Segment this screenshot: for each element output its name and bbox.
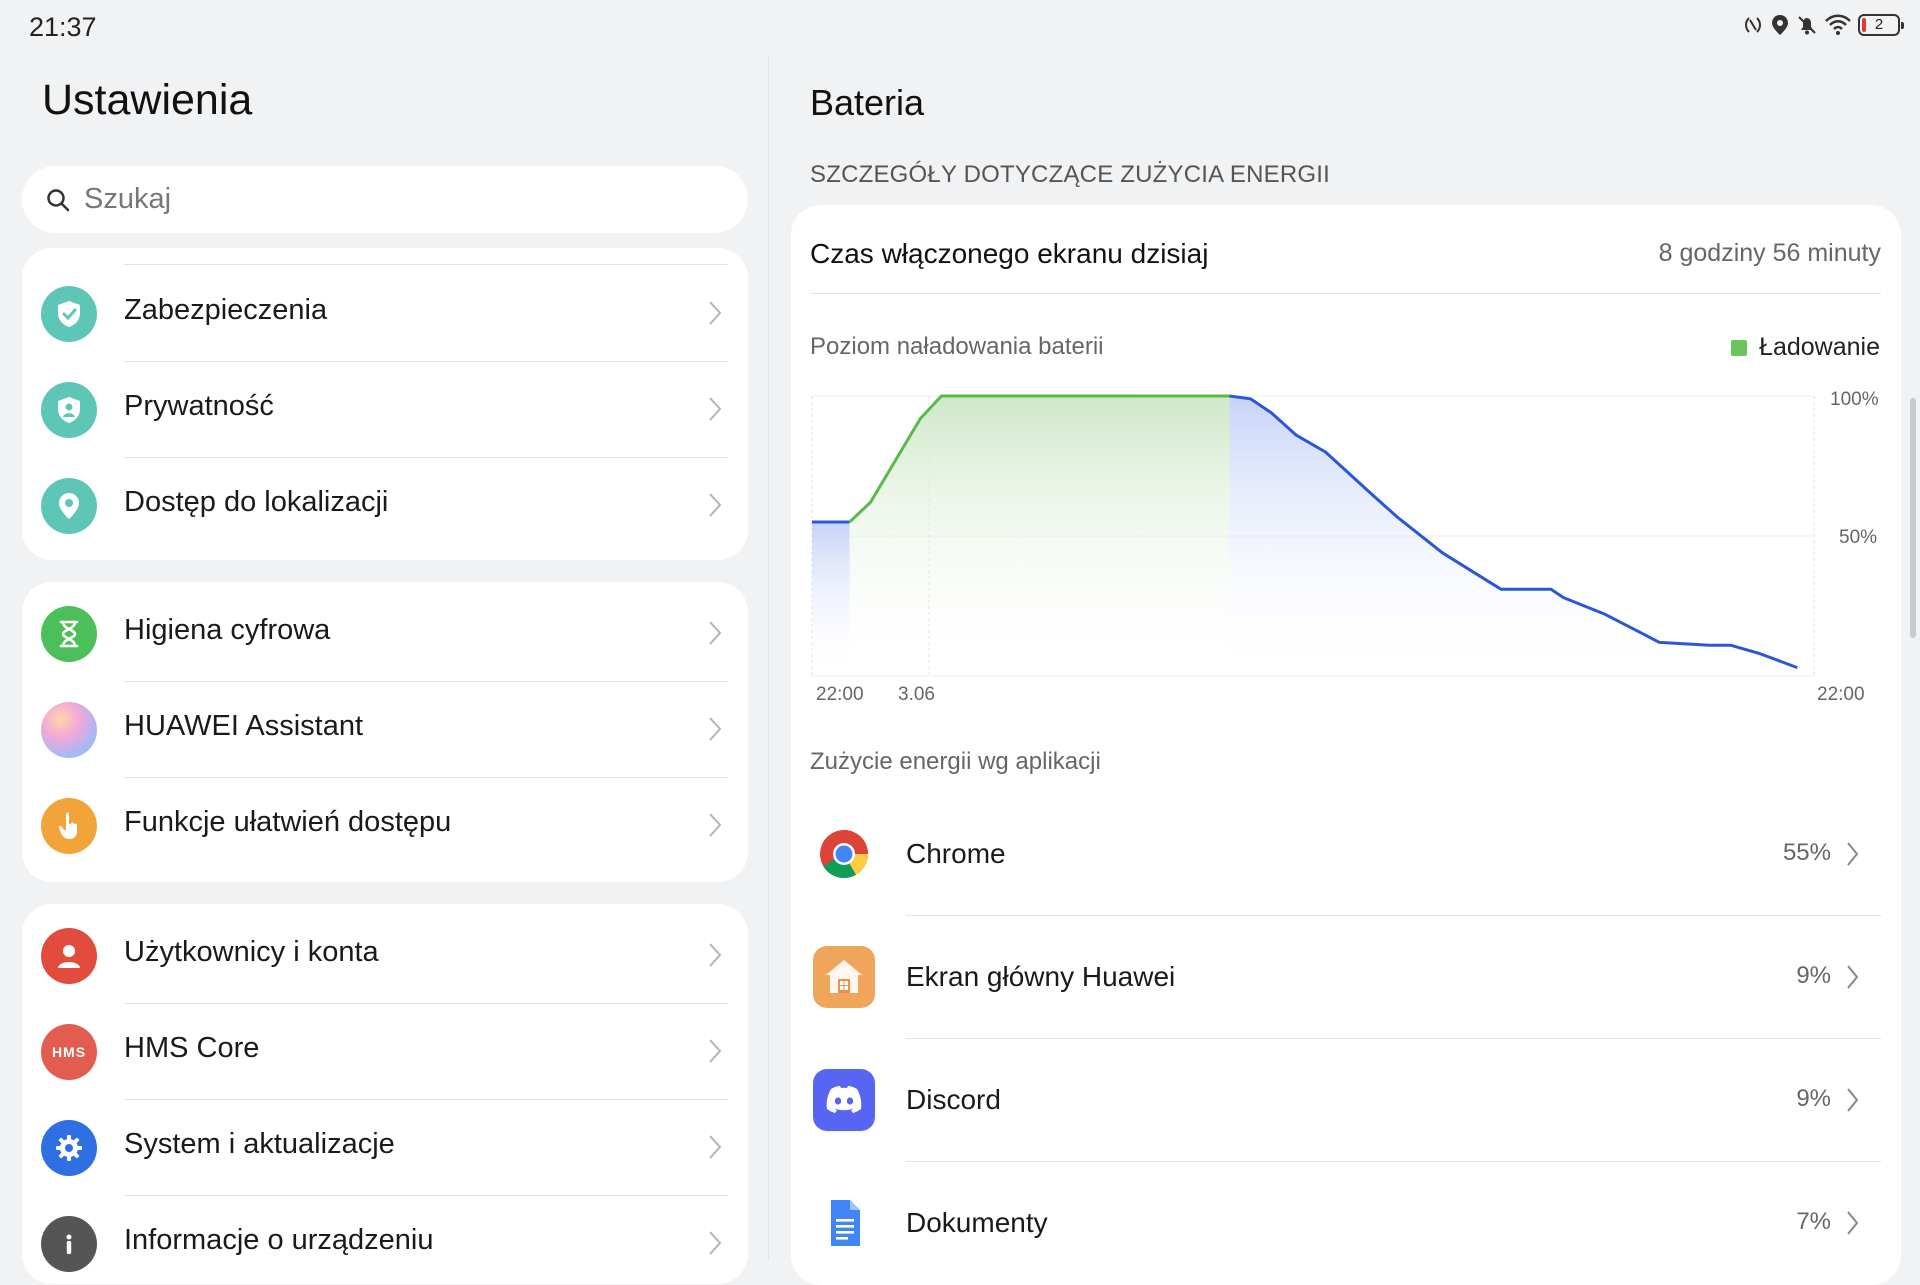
discord-icon	[813, 1069, 875, 1131]
chevron-right-icon	[709, 943, 722, 967]
chevron-right-icon	[709, 1231, 722, 1255]
settings-item-label: Dostęp do lokalizacji	[124, 486, 389, 518]
svg-text:HMS: HMS	[52, 1044, 86, 1060]
section-header: SZCZEGÓŁY DOTYCZĄCE ZUŻYCIA ENERGII	[810, 161, 1330, 188]
chevron-right-icon	[709, 397, 722, 421]
screen-time-label: Czas włączonego ekranu dzisiaj	[810, 238, 1209, 269]
chevron-right-icon	[709, 493, 722, 517]
app-name: Discord	[906, 1084, 1001, 1115]
discharge-area	[812, 522, 850, 676]
chevron-right-icon	[709, 717, 722, 741]
legend-swatch	[1731, 339, 1748, 356]
settings-item-label: Prywatność	[124, 390, 274, 422]
status-icons: 2	[1742, 14, 1904, 36]
app-percent: 55%	[1782, 839, 1831, 866]
info-icon	[41, 1216, 97, 1272]
x-tick-label: 22:00	[1817, 684, 1865, 705]
settings-item-huawei-assistant[interactable]: HUAWEI Assistant	[22, 682, 748, 778]
battery-page-title: Bateria	[810, 82, 925, 123]
settings-item-privacy[interactable]: Prywatność	[22, 362, 748, 458]
nfc-icon	[1745, 17, 1761, 33]
chevron-right-icon	[709, 1039, 722, 1063]
battery-chart: 100% 50% 22:00 3.06 22:00	[811, 389, 1879, 705]
chrome-icon	[820, 830, 868, 879]
page-title: Ustawienia	[42, 76, 253, 124]
app-usage-row[interactable]: Discord 9%	[791, 1039, 1901, 1162]
settings-group-wellbeing: Higiena cyfrowa HUAWEI Assistant Funkcje…	[22, 582, 748, 882]
settings-item-digital-balance[interactable]: Higiena cyfrowa	[22, 586, 748, 682]
chevron-right-icon	[709, 301, 722, 325]
hand-icon	[41, 798, 97, 854]
home-icon	[813, 946, 875, 1008]
app-name: Dokumenty	[906, 1207, 1048, 1238]
app-usage-row[interactable]: Ekran główny Huawei 9%	[791, 916, 1901, 1039]
legend-label: Ładowanie	[1759, 333, 1880, 361]
shield-check-icon	[41, 286, 97, 342]
settings-item-label: HMS Core	[124, 1032, 260, 1064]
y-tick-label: 50%	[1839, 527, 1877, 548]
app-percent: 9%	[1796, 962, 1831, 989]
battery-icon: 2	[1858, 14, 1904, 36]
settings-item-users-accounts[interactable]: Użytkownicy i konta	[22, 908, 748, 1004]
x-tick-label: 3.06	[898, 684, 935, 705]
x-tick-label: 22:00	[816, 684, 864, 705]
chevron-right-icon	[1847, 965, 1859, 989]
settings-item-accessibility[interactable]: Funkcje ułatwień dostępu	[22, 778, 748, 874]
chart-legend: Ładowanie	[1731, 333, 1880, 362]
settings-item-security[interactable]: Zabezpieczenia	[22, 266, 748, 362]
assistant-orb-icon	[41, 702, 97, 758]
y-tick-label: 100%	[1830, 389, 1879, 410]
pane-divider	[768, 56, 769, 1261]
settings-item-location[interactable]: Dostęp do lokalizacji	[22, 458, 748, 554]
gear-icon	[41, 1120, 97, 1176]
privacy-shield-icon	[41, 382, 97, 438]
screen-time-value: 8 godziny 56 minuty	[1658, 239, 1881, 267]
status-bar: 21:37 2	[0, 0, 1920, 56]
battery-level: 2	[1874, 16, 1884, 33]
chevron-right-icon	[1847, 1211, 1859, 1235]
app-usage-row[interactable]: Chrome 55%	[791, 793, 1901, 916]
hms-icon: HMS	[41, 1024, 97, 1080]
app-percent: 7%	[1796, 1208, 1831, 1235]
settings-item-label: Zabezpieczenia	[124, 294, 328, 326]
search-icon	[47, 188, 70, 211]
chevron-right-icon	[709, 813, 722, 837]
search-input[interactable]	[82, 182, 686, 217]
settings-item-label: HUAWEI Assistant	[124, 710, 364, 742]
divider	[810, 293, 1881, 294]
apps-usage-header: Zużycie energii wg aplikacji	[810, 748, 1101, 775]
chevron-right-icon	[1847, 1088, 1859, 1112]
settings-item-label: Informacje o urządzeniu	[124, 1224, 434, 1256]
chevron-right-icon	[709, 1135, 722, 1159]
location-pin-icon	[41, 478, 97, 534]
settings-item-hms-core[interactable]: HMS HMS Core	[22, 1004, 748, 1100]
charging-area	[849, 396, 1230, 676]
search-bar[interactable]	[22, 166, 748, 233]
docs-icon	[831, 1200, 860, 1246]
hourglass-icon	[41, 606, 97, 662]
scrollbar[interactable]	[1910, 398, 1916, 638]
settings-group-system: Użytkownicy i konta HMS HMS Core System …	[22, 904, 748, 1284]
app-name: Chrome	[906, 838, 1006, 869]
settings-item-about-device[interactable]: Informacje o urządzeniu	[22, 1196, 748, 1284]
settings-item-label: System i aktualizacje	[124, 1128, 395, 1160]
status-time: 21:37	[29, 12, 97, 42]
chevron-right-icon	[709, 621, 722, 645]
user-icon	[41, 928, 97, 984]
mute-icon	[1798, 16, 1816, 35]
settings-group-security: Zabezpieczenia Prywatność Dostęp do loka…	[22, 248, 748, 560]
settings-item-label: Użytkownicy i konta	[124, 936, 379, 968]
divider	[124, 264, 728, 265]
wifi-icon	[1825, 14, 1851, 35]
location-icon	[1772, 15, 1788, 35]
settings-item-label: Funkcje ułatwień dostępu	[124, 806, 452, 838]
app-percent: 9%	[1796, 1085, 1831, 1112]
app-usage-row[interactable]: Dokumenty 7%	[791, 1162, 1901, 1285]
chevron-right-icon	[1847, 842, 1859, 866]
settings-item-system-updates[interactable]: System i aktualizacje	[22, 1100, 748, 1196]
chart-title: Poziom naładowania baterii	[810, 333, 1104, 360]
settings-item-label: Higiena cyfrowa	[124, 614, 331, 646]
app-name: Ekran główny Huawei	[906, 961, 1176, 992]
